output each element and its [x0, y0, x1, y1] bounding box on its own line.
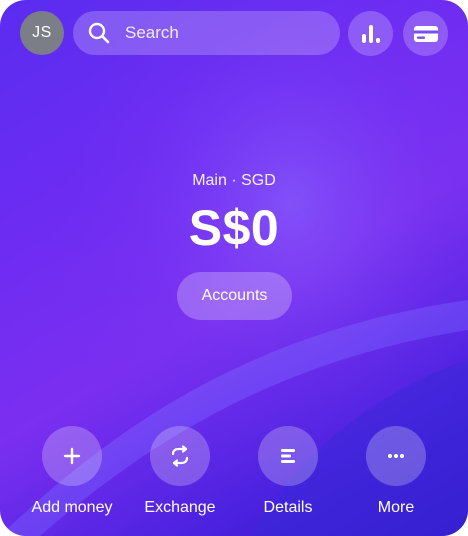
- details-action[interactable]: Details: [233, 426, 343, 518]
- accounts-button-label: Accounts: [201, 287, 268, 304]
- home-screen: JS Search Main · SGD S$0 Accounts Add mo…: [0, 0, 468, 536]
- quick-actions: Add money Exchange Details More: [0, 426, 468, 526]
- plus-icon: [63, 447, 81, 465]
- account-label[interactable]: Main · SGD: [0, 170, 468, 192]
- avatar[interactable]: JS: [20, 11, 64, 55]
- add-money-button[interactable]: [42, 426, 102, 486]
- search-placeholder: Search: [125, 23, 179, 42]
- cards-button[interactable]: [403, 11, 448, 56]
- analytics-button[interactable]: [348, 11, 393, 56]
- exchange-icon: [171, 445, 189, 467]
- balance-section: Main · SGD S$0: [0, 170, 468, 256]
- more-button[interactable]: [366, 426, 426, 486]
- bar-chart-icon: [361, 24, 380, 43]
- search-icon: [88, 22, 110, 44]
- exchange-button[interactable]: [150, 426, 210, 486]
- balance-amount: S$0: [188, 200, 280, 256]
- exchange-action[interactable]: Exchange: [125, 426, 235, 518]
- add-money-action[interactable]: Add money: [17, 426, 127, 518]
- more-action[interactable]: More: [341, 426, 451, 518]
- more-label: More: [377, 499, 415, 516]
- details-button[interactable]: [258, 426, 318, 486]
- details-icon: [281, 449, 295, 463]
- search-bar[interactable]: Search: [73, 11, 340, 55]
- avatar-initials: JS: [32, 24, 52, 41]
- top-bar: JS Search: [0, 0, 468, 66]
- exchange-label: Exchange: [144, 499, 216, 516]
- accounts-button[interactable]: Accounts: [177, 272, 292, 320]
- details-label: Details: [263, 499, 313, 516]
- card-icon: [413, 25, 438, 42]
- more-icon: [388, 454, 404, 458]
- add-money-label: Add money: [31, 499, 113, 516]
